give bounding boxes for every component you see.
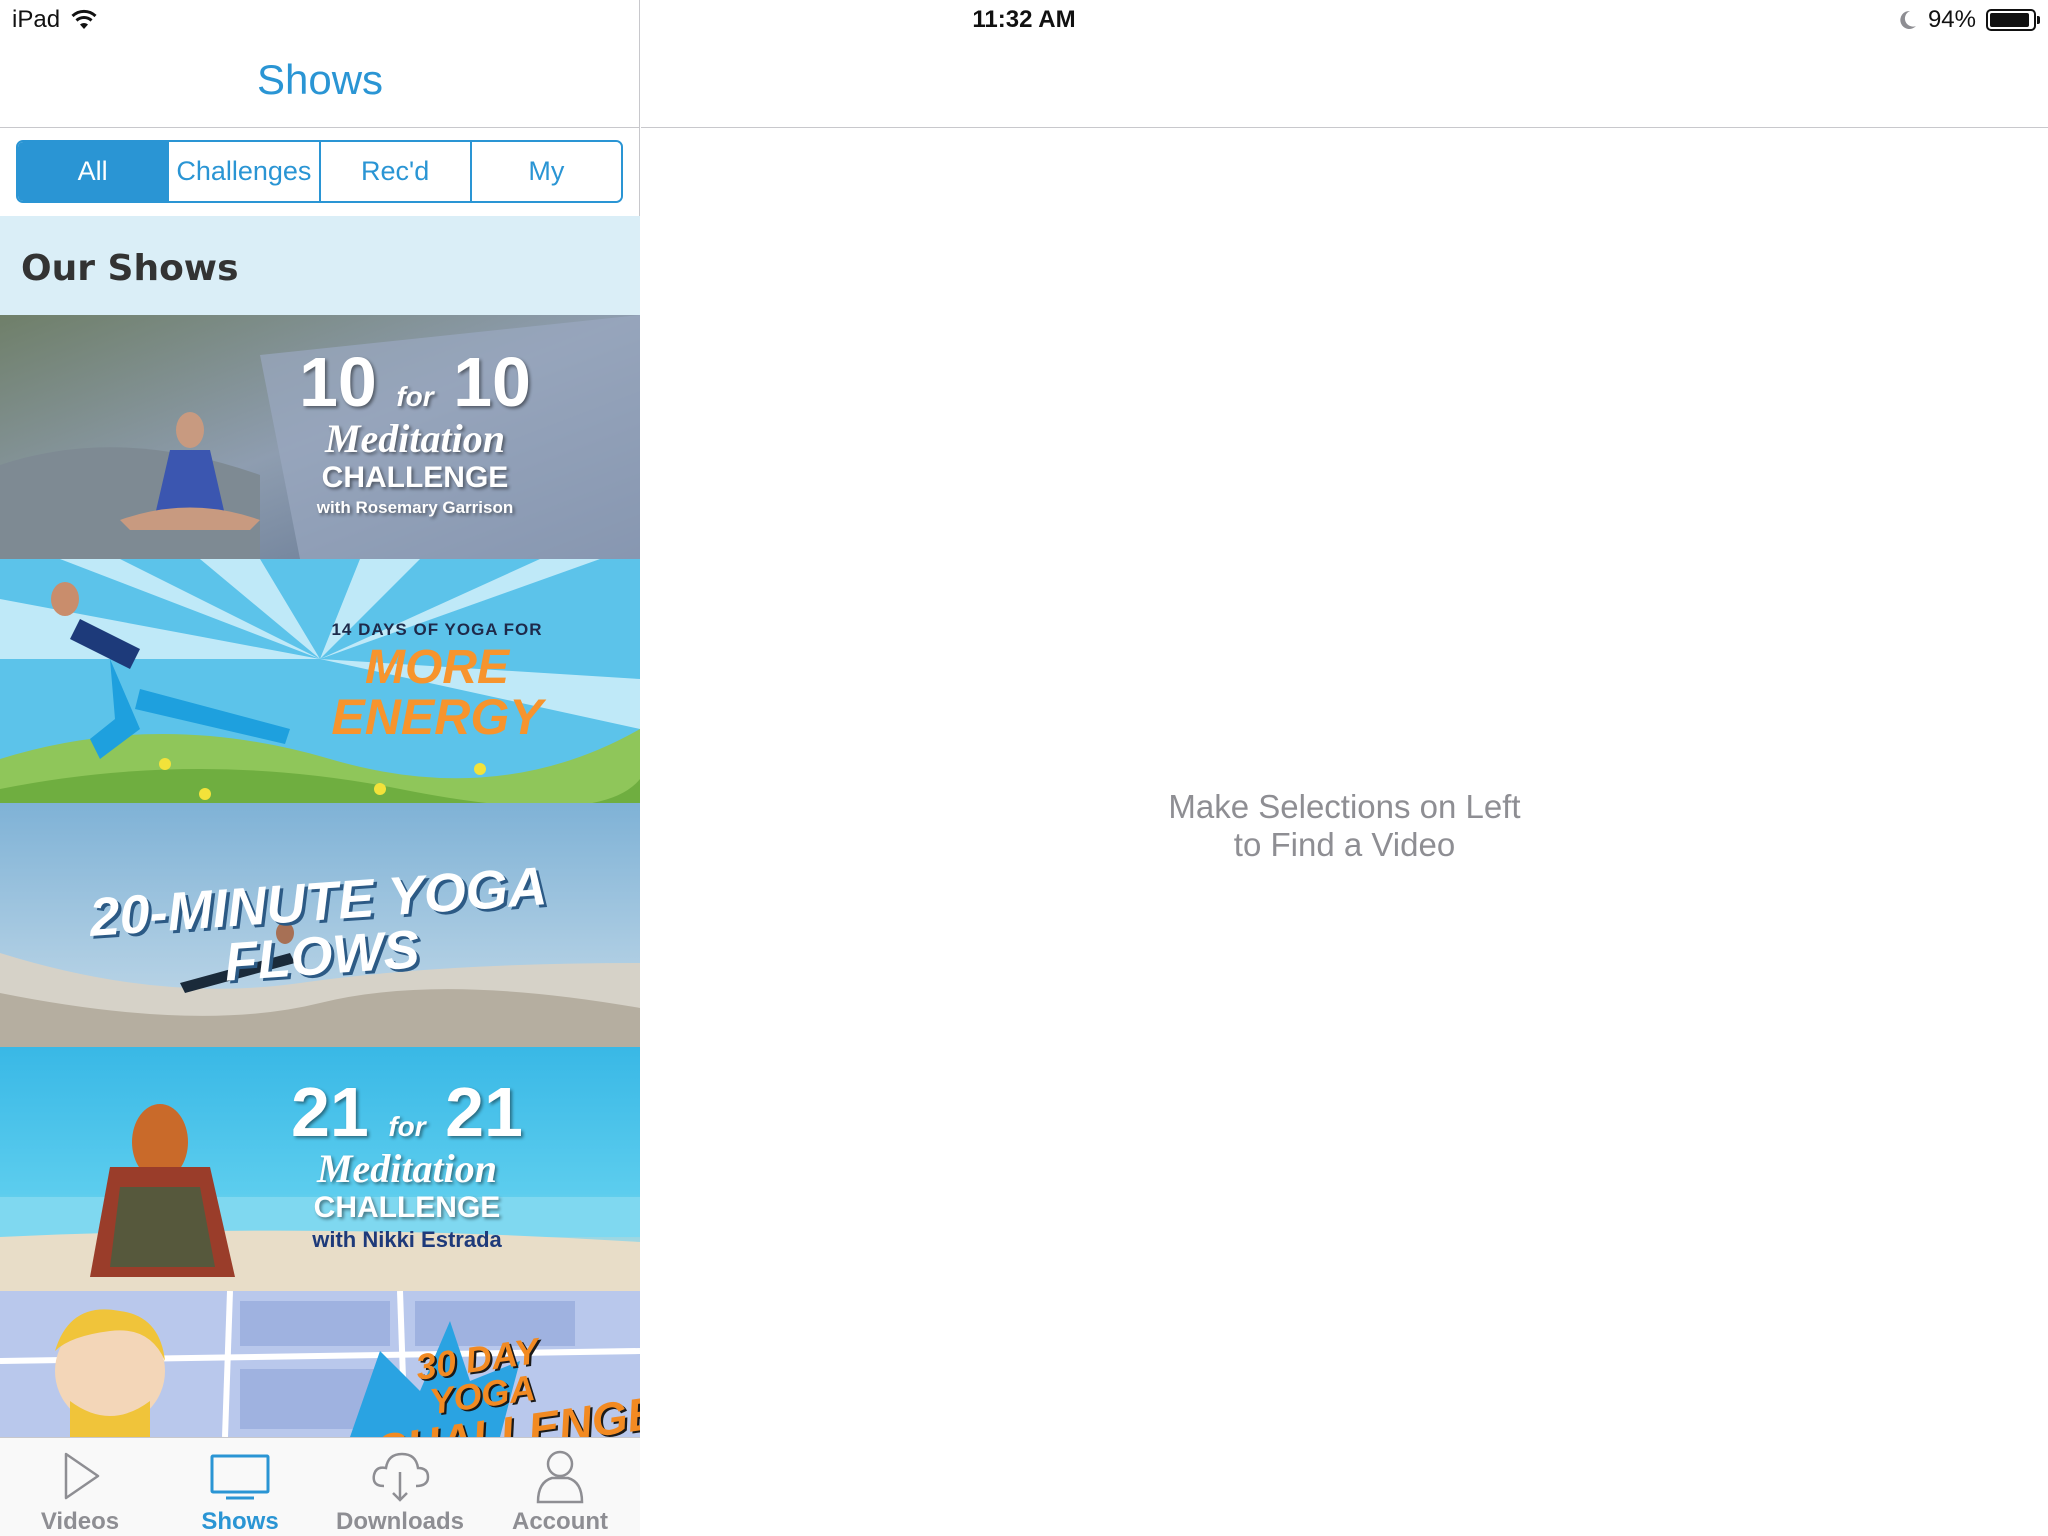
detail-nav-bar [641, 40, 2048, 128]
banner-title-number-2: 21 [445, 1073, 523, 1151]
banner-headline-1: MORE [365, 641, 509, 694]
show-banner-30-day-yoga-challenge[interactable]: 30 DAY YOGA CHALLENGE [0, 1291, 640, 1437]
banner-headline-2: ENERGY [331, 689, 543, 745]
banner-kicker: 14 DAYS OF YOGA FOR [331, 620, 543, 639]
tab-shows[interactable]: Shows [160, 1438, 320, 1536]
tab-bar: Videos Shows Downloads Account [0, 1437, 640, 1536]
tab-label: Videos [40, 1508, 120, 1535]
nav-bar: Shows [0, 40, 640, 128]
show-banner-more-energy[interactable]: 14 DAYS OF YOGA FOR MORE ENERGY [0, 559, 640, 803]
status-bar: iPad 11:32 AM 94% [0, 0, 2048, 40]
segment-my[interactable]: My [471, 142, 621, 201]
banner-title: 10 for 10 Meditation CHALLENGE with Rose… [290, 347, 540, 516]
status-time: 11:32 AM [972, 6, 1076, 33]
segment-recd[interactable]: Rec'd [320, 142, 472, 201]
banner-title-joiner: for [396, 381, 434, 412]
banner-title-number: 21 [291, 1073, 369, 1151]
banner-challenge: CHALLENGE [321, 461, 509, 494]
show-banner-20-minute-yoga-flows[interactable]: 20-MINUTE YOGA FLOWS [0, 803, 640, 1047]
banner-subtitle: Meditation [324, 416, 506, 461]
detail-pane: Make Selections on Left to Find a Video [641, 0, 2048, 1536]
cloud-download-icon [372, 1452, 430, 1502]
show-banner-10-for-10[interactable]: 10 for 10 Meditation CHALLENGE with Rose… [0, 315, 640, 559]
banner-challenge: CHALLENGE [313, 1191, 501, 1224]
banner-byline: with Rosemary Garrison [316, 498, 514, 517]
banner-title-joiner: for [388, 1111, 426, 1142]
banner-byline: with Nikki Estrada [312, 1227, 502, 1252]
section-title: Our Shows [21, 248, 239, 289]
segment-all[interactable]: All [18, 142, 170, 201]
page-title: Shows [256, 56, 384, 103]
segment-challenges[interactable]: Challenges [169, 142, 321, 201]
tab-account[interactable]: Account [480, 1438, 640, 1536]
moon-icon [1900, 10, 1916, 29]
empty-state-line-1: Make Selections on Left [1168, 788, 1521, 825]
section-header: Our Shows [0, 216, 640, 315]
tab-label: Downloads [335, 1508, 464, 1535]
empty-state-message: Make Selections on Left to Find a Video [641, 788, 2048, 864]
banner-title: 21 for 21 Meditation CHALLENGE with Nikk… [282, 1077, 532, 1251]
tab-downloads[interactable]: Downloads [320, 1438, 480, 1536]
banner-title: 14 DAYS OF YOGA FOR MORE ENERGY [322, 621, 552, 742]
person-icon [536, 1450, 584, 1504]
play-icon [64, 1452, 100, 1500]
battery-icon [1986, 9, 2040, 31]
filter-segmented-control: All Challenges Rec'd My [16, 140, 623, 203]
tab-videos[interactable]: Videos [0, 1438, 160, 1536]
empty-state-line-2: to Find a Video [1233, 826, 1456, 863]
tv-icon [210, 1454, 270, 1500]
banner-title-number: 10 [299, 343, 377, 421]
master-pane: Shows All Challenges Rec'd My Our Shows [0, 0, 640, 1536]
banner-subtitle: Meditation [316, 1146, 498, 1191]
tab-label: Account [512, 1508, 608, 1535]
tab-label: Shows [201, 1508, 279, 1535]
show-banner-21-for-21[interactable]: 21 for 21 Meditation CHALLENGE with Nikk… [0, 1047, 640, 1291]
battery-percent: 94% [1927, 6, 1976, 33]
status-right: 94% [1898, 6, 2040, 34]
shows-list: 10 for 10 Meditation CHALLENGE with Rose… [0, 315, 640, 1437]
banner-title-number-2: 10 [453, 343, 531, 421]
